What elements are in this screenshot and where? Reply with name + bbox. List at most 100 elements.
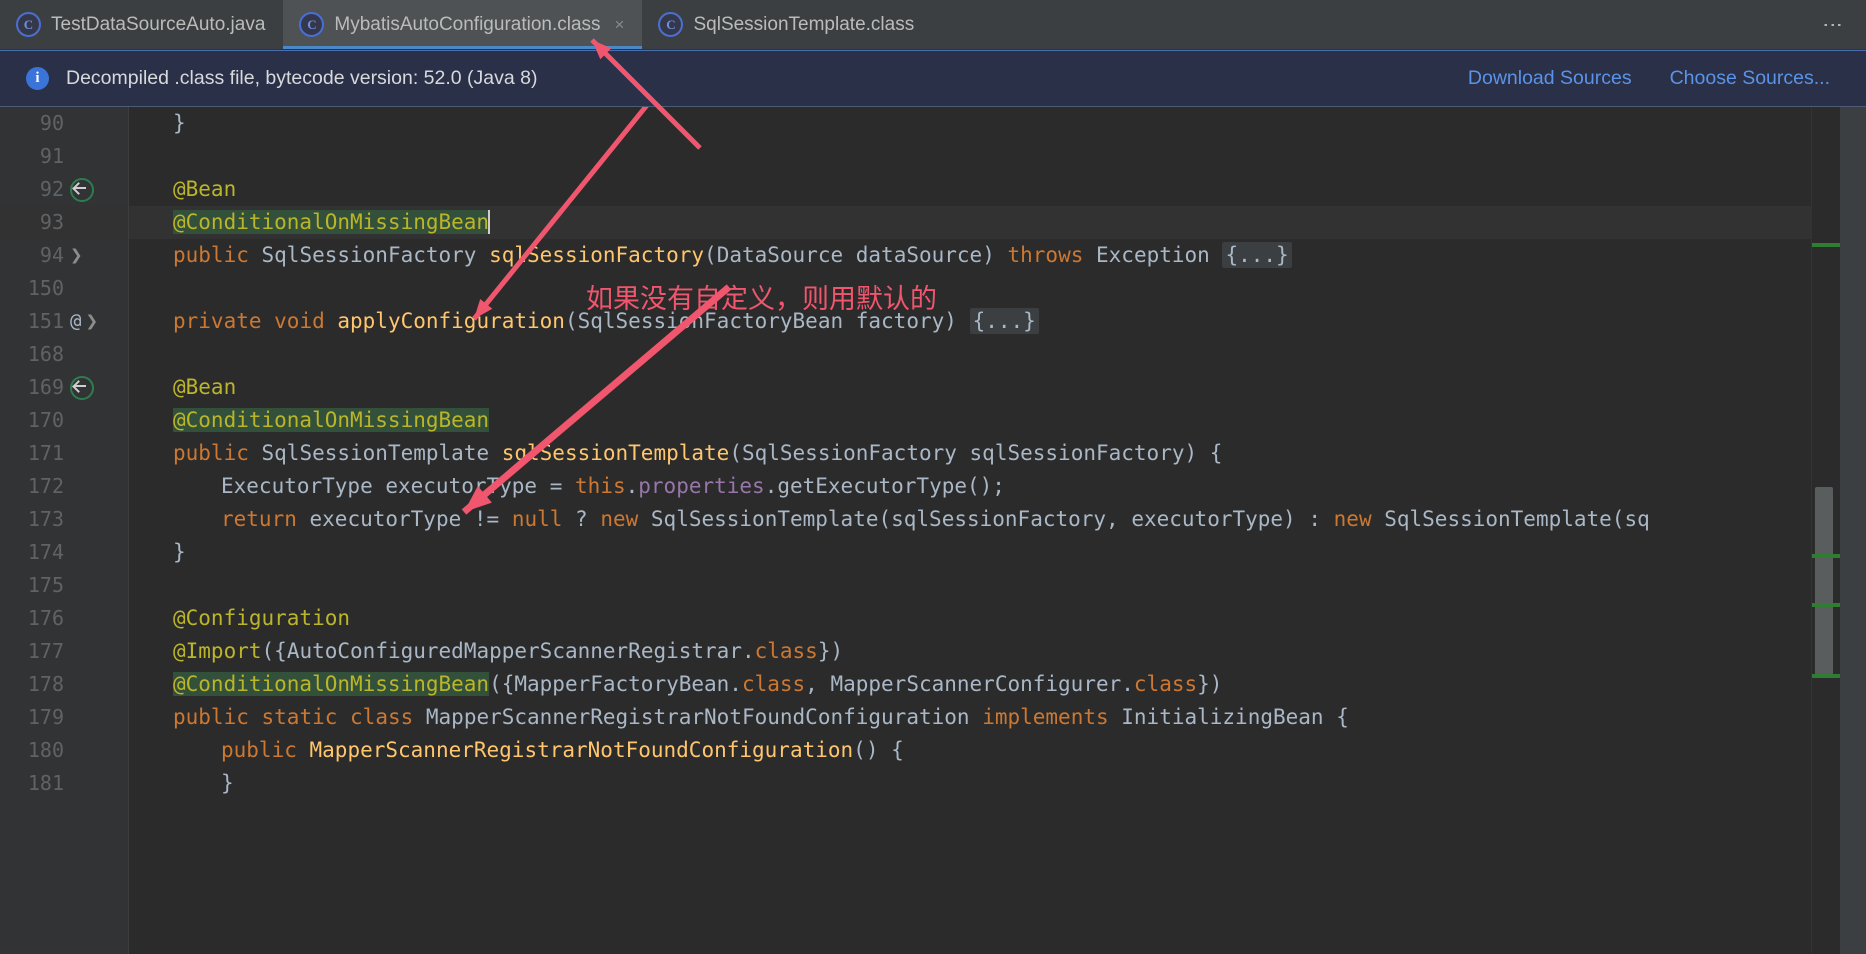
gutter-row[interactable]: 180: [0, 734, 128, 767]
code-token: SqlSessionTemplate(sq: [1384, 507, 1650, 531]
editor-tab-2[interactable]: C SqlSessionTemplate.class: [642, 0, 932, 49]
vcs-change-marker[interactable]: [1812, 674, 1840, 678]
gutter-row[interactable]: 171: [0, 437, 128, 470]
line-number: 179: [27, 705, 64, 729]
code-line[interactable]: public SqlSessionTemplate sqlSessionTemp…: [129, 437, 1811, 470]
text-caret: [488, 210, 491, 234]
code-line[interactable]: @Import({AutoConfiguredMapperScannerRegi…: [129, 635, 1811, 668]
code-line[interactable]: }: [129, 107, 1811, 140]
code-line[interactable]: @Bean: [129, 173, 1811, 206]
code-fold-chevron-icon[interactable]: ❯: [70, 239, 83, 272]
code-token: public: [173, 705, 262, 729]
gutter-icons: [64, 635, 122, 668]
code-fold-chevron-icon[interactable]: ❯: [85, 305, 98, 338]
editor-gutter[interactable]: 90 91 92 93 94 ❯ 150 151 @ ❯ 168 169 170 171 172 173 174…: [0, 107, 129, 954]
tab-overflow-menu-button[interactable]: ⋮: [1810, 0, 1866, 49]
line-number: 174: [27, 540, 64, 564]
vcs-change-marker[interactable]: [1812, 554, 1840, 558]
collapsed-code-placeholder[interactable]: {...}: [969, 308, 1039, 334]
gutter-row[interactable]: 150: [0, 272, 128, 305]
editor-tab-0[interactable]: C TestDataSourceAuto.java: [0, 0, 283, 49]
code-line[interactable]: @ConditionalOnMissingBean: [129, 206, 1811, 239]
gutter-row[interactable]: 151 @ ❯: [0, 305, 128, 338]
code-line[interactable]: public static class MapperScannerRegistr…: [129, 701, 1811, 734]
editor-tab-1[interactable]: C MybatisAutoConfiguration.class ×: [283, 0, 643, 49]
code-token: ): [944, 309, 970, 333]
vcs-change-marker[interactable]: [1812, 243, 1840, 247]
gutter-row[interactable]: 93: [0, 206, 128, 239]
code-line[interactable]: public MapperScannerRegistrarNotFoundCon…: [129, 734, 1811, 767]
line-number: 181: [27, 771, 64, 795]
banner-actions: Download Sources Choose Sources...: [1468, 67, 1844, 90]
download-sources-link[interactable]: Download Sources: [1468, 67, 1632, 90]
code-line[interactable]: public SqlSessionFactory sqlSessionFacto…: [129, 239, 1811, 272]
vertical-scrollbar-thumb[interactable]: [1815, 487, 1833, 677]
code-token: class: [754, 639, 818, 663]
code-line[interactable]: [129, 338, 1811, 371]
code-line[interactable]: [129, 272, 1811, 305]
gutter-icons: [64, 602, 122, 635]
gutter-row[interactable]: 169: [0, 371, 128, 404]
gutter-row[interactable]: 94 ❯: [0, 239, 128, 272]
code-line[interactable]: @Bean: [129, 371, 1811, 404]
code-line[interactable]: private void applyConfiguration(SqlSessi…: [129, 305, 1811, 338]
override-method-icon[interactable]: [70, 177, 94, 202]
choose-sources-link[interactable]: Choose Sources...: [1670, 67, 1830, 90]
gutter-row[interactable]: 177: [0, 635, 128, 668]
gutter-row[interactable]: 175: [0, 569, 128, 602]
code-token: ,: [805, 672, 831, 696]
code-editor[interactable]: 90 91 92 93 94 ❯ 150 151 @ ❯ 168 169 170 171 172 173 174…: [0, 107, 1866, 954]
code-token: static: [261, 705, 351, 729]
code-token: (: [704, 243, 717, 267]
code-line[interactable]: ExecutorType executorType = this.propert…: [129, 470, 1811, 503]
line-number: 170: [27, 408, 64, 432]
gutter-row[interactable]: 92: [0, 173, 128, 206]
code-token: new: [600, 507, 651, 531]
code-line[interactable]: }: [129, 536, 1811, 569]
gutter-row[interactable]: 178: [0, 668, 128, 701]
gutter-row[interactable]: 173: [0, 503, 128, 536]
code-line[interactable]: @ConditionalOnMissingBean({MapperFactory…: [129, 668, 1811, 701]
line-number: 180: [27, 738, 64, 762]
code-token: return: [221, 507, 310, 531]
vertical-ellipsis-icon: ⋮: [1821, 14, 1846, 35]
decompiled-class-banner: i Decompiled .class file, bytecode versi…: [0, 50, 1866, 107]
gutter-row[interactable]: 172: [0, 470, 128, 503]
collapsed-code-placeholder[interactable]: {...}: [1222, 242, 1292, 268]
editor-code-area[interactable]: } @Bean @ConditionalOnMissingBean public Sq…: [129, 107, 1811, 954]
line-number: 168: [27, 342, 64, 366]
gutter-row[interactable]: 174: [0, 536, 128, 569]
info-icon: i: [26, 67, 49, 90]
code-line[interactable]: return executorType != null ? new SqlSes…: [129, 503, 1811, 536]
gutter-icons: [64, 272, 122, 305]
editor-marker-scrollbar[interactable]: [1811, 107, 1840, 954]
code-line[interactable]: }: [129, 767, 1811, 800]
gutter-row[interactable]: 90: [0, 107, 128, 140]
line-number: 178: [27, 672, 64, 696]
gutter-row[interactable]: 170: [0, 404, 128, 437]
gutter-row[interactable]: 181: [0, 767, 128, 800]
code-line[interactable]: [129, 569, 1811, 602]
close-icon[interactable]: ×: [615, 16, 625, 33]
code-token: DataSource dataSource: [716, 243, 983, 267]
gutter-row[interactable]: 168: [0, 338, 128, 371]
annotation-at-icon[interactable]: @: [70, 305, 81, 338]
code-token: class: [350, 705, 426, 729]
tabbar-spacer: [932, 0, 1810, 49]
gutter-row[interactable]: 91: [0, 140, 128, 173]
code-line[interactable]: @ConditionalOnMissingBean: [129, 404, 1811, 437]
code-token: @ConditionalOnMissingBean: [173, 672, 490, 696]
gutter-icons: [64, 536, 122, 569]
code-token: SqlSessionTemplate: [261, 441, 502, 465]
vcs-change-marker[interactable]: [1812, 603, 1840, 607]
code-line[interactable]: @Configuration: [129, 602, 1811, 635]
code-token: =: [549, 474, 576, 498]
gutter-row[interactable]: 176: [0, 602, 128, 635]
code-token: SqlSessionFactory: [261, 243, 490, 267]
override-method-icon[interactable]: [70, 375, 94, 400]
code-line[interactable]: [129, 140, 1811, 173]
code-token: }: [221, 771, 234, 795]
gutter-icons: [64, 503, 122, 536]
gutter-row[interactable]: 179: [0, 701, 128, 734]
code-token: SqlSessionFactory sqlSessionFactory: [741, 441, 1185, 465]
